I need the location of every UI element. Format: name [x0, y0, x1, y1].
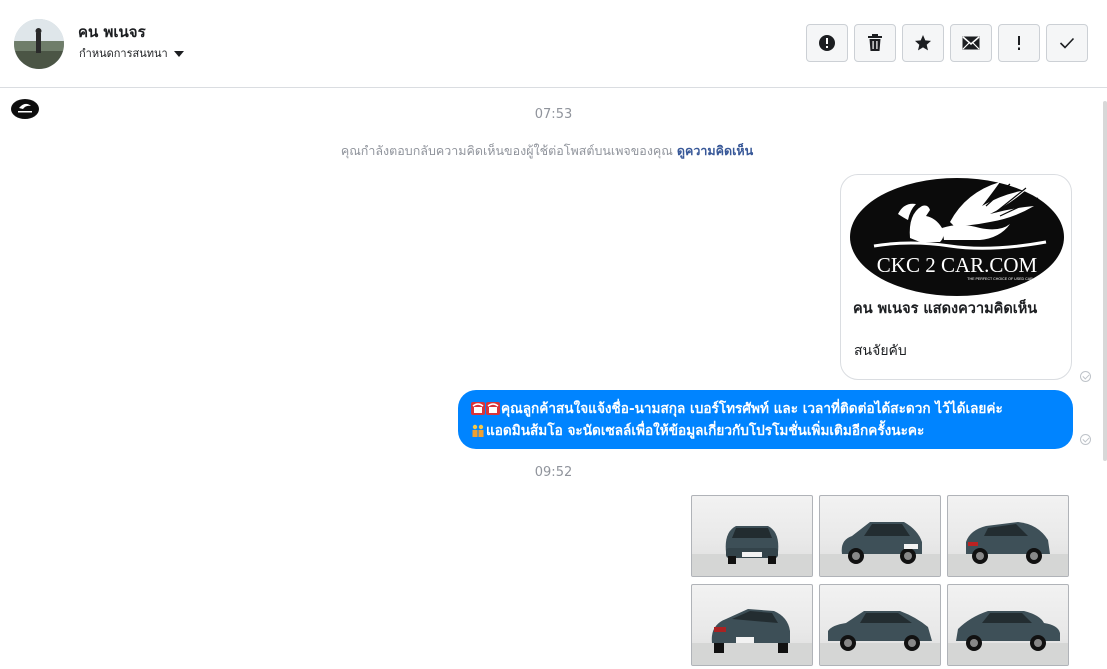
- car-photo-rear-quarter[interactable]: [947, 495, 1069, 577]
- view-comment-link[interactable]: ดูความคิดเห็น: [677, 143, 753, 158]
- contact-name: คน พเนจร: [78, 23, 146, 41]
- logo-tagline: THE PERFECT CHOICE OF USED CAR: [967, 277, 1033, 281]
- car-photo-side-left[interactable]: [819, 584, 941, 666]
- seen-check-icon: [1080, 434, 1091, 445]
- mark-done-button[interactable]: [1046, 24, 1088, 62]
- car-photo-side-right[interactable]: [947, 584, 1069, 666]
- alert-circle-icon: [819, 35, 835, 51]
- exclamation-icon: [1018, 36, 1020, 50]
- comment-card-title: คน พเนจร แสดงความคิดเห็น: [853, 301, 1038, 317]
- scrollbar-thumb[interactable]: [1103, 101, 1107, 461]
- star-button[interactable]: [902, 24, 944, 62]
- people-emoji-icon: [471, 422, 485, 437]
- reply-context-notice: คุณกำลังตอบกลับความคิดเห็นของผู้ใช้ต่อโพ…: [0, 141, 1094, 161]
- follow-up-button[interactable]: [998, 24, 1040, 62]
- seen-check-icon: [1080, 371, 1091, 382]
- caret-down-icon: [173, 50, 184, 57]
- notice-text: คุณกำลังตอบกลับความคิดเห็นของผู้ใช้ต่อโพ…: [340, 143, 673, 158]
- envelope-icon: [962, 36, 980, 50]
- message-line-2: แอดมินส้มโอ จะนัดเซลล์เพื่อให้ข้อมูลเกี่…: [471, 420, 1061, 442]
- message-line-1: คุณลูกค้าสนใจแจ้งชื่อ-นามสกุล เบอร์โทรศั…: [471, 398, 1061, 420]
- telephone-emoji-icon: [486, 400, 500, 415]
- comment-card-body: สนจัยคับ: [854, 343, 907, 359]
- contact-avatar[interactable]: [14, 19, 64, 69]
- car-photo-front-quarter[interactable]: [819, 495, 941, 577]
- timestamp: 07:53: [534, 107, 573, 122]
- assign-label: กำหนดการสนทนา: [79, 47, 168, 60]
- delete-button[interactable]: [854, 24, 896, 62]
- photo-attachment-grid: [691, 495, 1069, 666]
- car-photo-rear[interactable]: [691, 584, 813, 666]
- telephone-emoji-icon: [471, 400, 485, 415]
- conversation-actions: [806, 24, 1088, 62]
- logo-text: CKC 2 CAR.COM: [877, 253, 1038, 277]
- ckc2car-logo: CKC 2 CAR.COM THE PERFECT CHOICE OF USED…: [850, 178, 1064, 296]
- conversation-header: คน พเนจร กำหนดการสนทนา: [0, 0, 1107, 88]
- star-icon: [915, 35, 931, 51]
- checkmark-icon: [1059, 37, 1075, 49]
- car-photo-front[interactable]: [691, 495, 813, 577]
- message-thread[interactable]: 07:53 คุณกำลังตอบกลับความคิดเห็นของผู้ใช…: [0, 89, 1107, 669]
- message-text-line-2: แอดมินส้มโอ จะนัดเซลล์เพื่อให้ข้อมูลเกี่…: [486, 423, 925, 439]
- mark-spam-button[interactable]: [806, 24, 848, 62]
- message-text-line-1: คุณลูกค้าสนใจแจ้งชื่อ-นามสกุล เบอร์โทรศั…: [501, 401, 1003, 417]
- assign-conversation-dropdown[interactable]: กำหนดการสนทนา: [79, 44, 184, 62]
- trash-icon: [868, 34, 882, 51]
- comment-card[interactable]: CKC 2 CAR.COM THE PERFECT CHOICE OF USED…: [840, 174, 1072, 380]
- timestamp: 09:52: [534, 465, 573, 480]
- outgoing-message-bubble[interactable]: คุณลูกค้าสนใจแจ้งชื่อ-นามสกุล เบอร์โทรศั…: [458, 390, 1073, 449]
- mark-unread-button[interactable]: [950, 24, 992, 62]
- thread-scrollbar[interactable]: [1101, 89, 1107, 669]
